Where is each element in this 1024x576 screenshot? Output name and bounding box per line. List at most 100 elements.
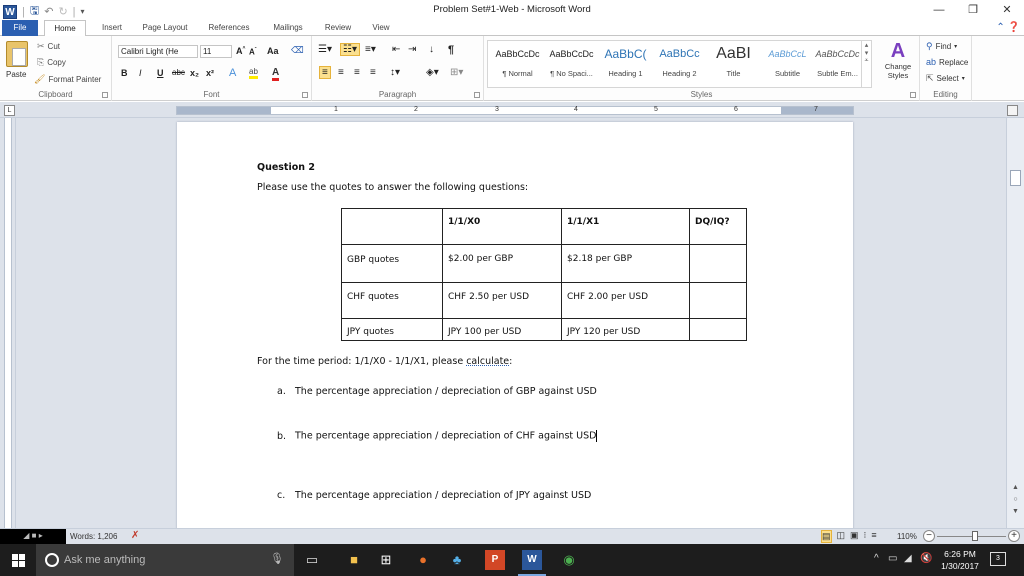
- horizontal-ruler[interactable]: 1 2 3 4 5 6 7: [176, 106, 854, 115]
- grammar-flagged-word[interactable]: calculate: [466, 356, 509, 367]
- decrease-indent-icon[interactable]: ⇤: [392, 44, 400, 55]
- tab-references[interactable]: References: [203, 20, 255, 36]
- table-header-cell[interactable]: DQ/IQ?: [689, 208, 747, 245]
- change-case-button[interactable]: Aa: [267, 46, 279, 56]
- table-cell[interactable]: GBP quotes: [341, 244, 443, 283]
- prev-page-icon[interactable]: ▲: [1007, 484, 1024, 491]
- sort-icon[interactable]: ↓: [429, 44, 434, 55]
- style-title[interactable]: AaBI Title: [706, 45, 761, 78]
- chrome-icon[interactable]: ◉: [559, 550, 579, 570]
- table-cell[interactable]: JPY 100 per USD: [442, 318, 562, 341]
- paste-icon[interactable]: [6, 41, 28, 67]
- find-button[interactable]: ⚲ Find ▾: [926, 41, 957, 52]
- align-center-icon[interactable]: ≡: [338, 67, 344, 78]
- tab-mailings[interactable]: Mailings: [266, 20, 310, 36]
- zoom-slider[interactable]: [937, 531, 1006, 541]
- highlight-color-icon[interactable]: ab: [249, 67, 258, 79]
- tab-review[interactable]: Review: [320, 20, 356, 36]
- align-right-icon[interactable]: ≡: [354, 67, 360, 78]
- clear-formatting-icon[interactable]: ⌫: [291, 45, 304, 56]
- scrollbar-thumb[interactable]: [1010, 170, 1021, 186]
- battery-icon[interactable]: ▭: [888, 553, 897, 564]
- vertical-scrollbar[interactable]: ▲ ○ ▼: [1006, 118, 1024, 528]
- clipboard-launcher-icon[interactable]: [102, 92, 108, 98]
- word-count[interactable]: Words: 1,206: [70, 532, 117, 541]
- select-button[interactable]: ⇱ Select ▾: [926, 73, 965, 84]
- table-cell[interactable]: $2.00 per GBP: [442, 244, 562, 283]
- style-subtitle[interactable]: AaBbCcL Subtitle: [760, 45, 815, 78]
- tab-insert[interactable]: Insert: [96, 20, 128, 36]
- firefox-icon[interactable]: ●: [413, 550, 433, 570]
- cortana-search-box[interactable]: Ask me anything 🎙: [36, 544, 294, 576]
- subscript-button[interactable]: x₂: [190, 68, 199, 78]
- microphone-icon[interactable]: 🎙: [270, 552, 284, 565]
- underline-button[interactable]: U: [157, 68, 164, 78]
- store-icon[interactable]: ⊞: [376, 550, 396, 570]
- word-taskbar-icon[interactable]: W: [518, 550, 546, 576]
- view-ruler-button[interactable]: [1007, 105, 1018, 116]
- strikethrough-button[interactable]: abc: [172, 68, 185, 77]
- increase-indent-icon[interactable]: ⇥: [408, 44, 416, 55]
- action-center-icon[interactable]: 3: [990, 552, 1006, 566]
- font-launcher-icon[interactable]: [302, 92, 308, 98]
- task-view-icon[interactable]: ▭: [302, 550, 322, 570]
- file-explorer-icon[interactable]: ■: [344, 550, 364, 570]
- draft-icon[interactable]: ≡: [871, 530, 876, 543]
- show-formatting-button[interactable]: ¶: [448, 44, 454, 56]
- justify-icon[interactable]: ≡: [370, 67, 376, 78]
- font-color-icon[interactable]: A: [272, 67, 280, 81]
- style-heading-2[interactable]: AaBbCc Heading 2: [652, 45, 707, 78]
- numbering-icon[interactable]: ☷▾: [340, 43, 360, 56]
- next-page-icon[interactable]: ▼: [1007, 508, 1024, 515]
- table-cell[interactable]: CHF 2.50 per USD: [442, 282, 562, 319]
- bullets-icon[interactable]: ☰▾: [318, 44, 332, 55]
- italic-button[interactable]: I: [139, 68, 142, 78]
- help-icon[interactable]: ⌃ ❓: [996, 22, 1020, 33]
- people-app-icon[interactable]: ♣: [447, 550, 467, 570]
- table-cell[interactable]: $2.18 per GBP: [561, 244, 690, 283]
- browse-object-icon[interactable]: ○: [1007, 496, 1024, 503]
- document-page[interactable]: Question 2 Please use the quotes to answ…: [177, 122, 853, 528]
- tab-selector-button[interactable]: L: [4, 105, 15, 116]
- show-hidden-icons[interactable]: ^: [874, 553, 879, 564]
- table-cell[interactable]: JPY 120 per USD: [561, 318, 690, 341]
- table-cell[interactable]: CHF 2.00 per USD: [561, 282, 690, 319]
- style-normal[interactable]: AaBbCcDc ¶ Normal: [490, 45, 545, 78]
- multilevel-list-icon[interactable]: ≡▾: [365, 44, 376, 55]
- borders-icon[interactable]: ⊞▾: [450, 67, 463, 78]
- tab-home[interactable]: Home: [44, 20, 86, 37]
- table-cell[interactable]: CHF quotes: [341, 282, 443, 319]
- zoom-in-button[interactable]: +: [1008, 530, 1020, 542]
- web-layout-icon[interactable]: ▣: [850, 530, 859, 543]
- tab-view[interactable]: View: [366, 20, 396, 36]
- style-subtle-emphasis[interactable]: AaBbCcDc Subtle Em...: [810, 45, 865, 78]
- full-screen-reading-icon[interactable]: ◫: [837, 530, 846, 543]
- print-layout-icon[interactable]: ▤: [821, 530, 832, 543]
- clock[interactable]: 6:26 PM 1/30/2017: [936, 548, 984, 572]
- font-size-combo[interactable]: 11: [200, 45, 232, 58]
- wifi-icon[interactable]: ◢: [904, 553, 912, 564]
- align-left-icon[interactable]: ≡: [319, 66, 331, 79]
- shrink-font-button[interactable]: Aˇ: [249, 47, 256, 57]
- paste-button[interactable]: Paste: [6, 70, 26, 79]
- format-painter-button[interactable]: 🖌 Format Painter: [34, 74, 101, 85]
- change-styles-button[interactable]: A Change Styles: [878, 40, 918, 80]
- volume-muted-icon[interactable]: 🔇: [920, 553, 932, 564]
- powerpoint-icon[interactable]: P: [485, 550, 505, 570]
- table-cell[interactable]: [341, 208, 443, 245]
- table-cell[interactable]: [689, 282, 747, 319]
- proofing-error-icon[interactable]: ✗: [131, 530, 139, 541]
- copy-button[interactable]: ⎘ Copy: [37, 57, 66, 68]
- close-button[interactable]: ✕: [990, 0, 1024, 20]
- zoom-slider-thumb[interactable]: [972, 531, 978, 541]
- tab-page-layout[interactable]: Page Layout: [136, 20, 194, 36]
- minimize-button[interactable]: —: [922, 0, 956, 20]
- bold-button[interactable]: B: [121, 68, 128, 78]
- style-no-spacing[interactable]: AaBbCcDc ¶ No Spaci...: [544, 45, 599, 78]
- zoom-level[interactable]: 110%: [897, 532, 917, 541]
- table-header-cell[interactable]: 1/1/X1: [561, 208, 690, 245]
- tab-file[interactable]: File: [2, 20, 38, 36]
- grow-font-button[interactable]: A^: [236, 46, 245, 56]
- superscript-button[interactable]: x²: [206, 68, 214, 78]
- styles-gallery-scroll[interactable]: ▴ ▾ ⩡: [861, 41, 871, 87]
